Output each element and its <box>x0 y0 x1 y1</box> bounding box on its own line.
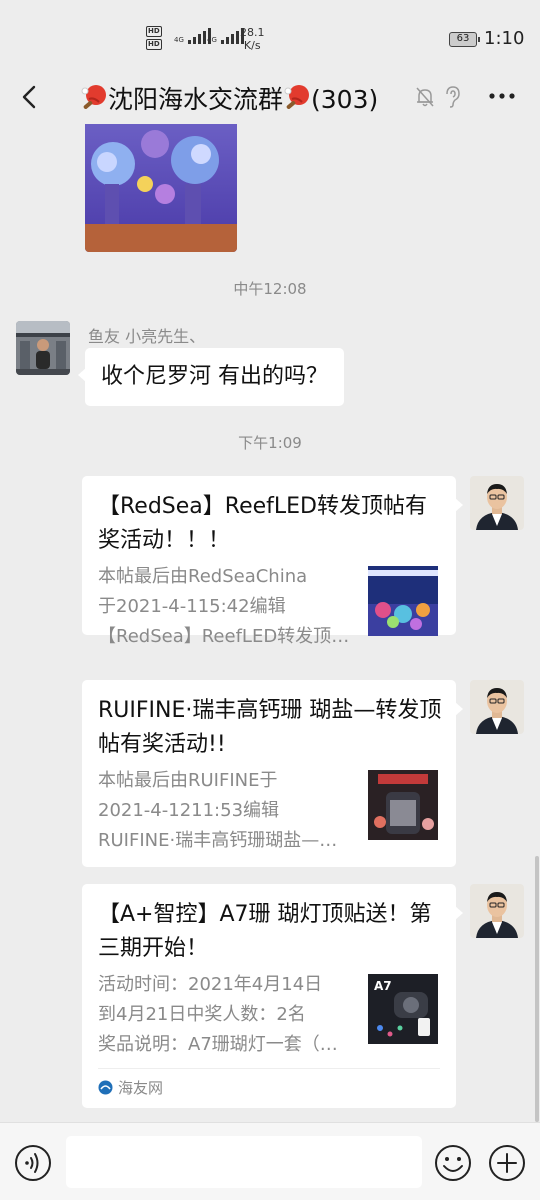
timestamp: 中午12:08 <box>233 280 307 298</box>
ear-icon <box>446 86 460 108</box>
hd-badge-1: HD <box>146 26 162 37</box>
member-count: (303) <box>311 85 379 114</box>
user-avatar-gym <box>16 321 70 375</box>
ping-pong-emoji <box>81 85 106 109</box>
emoji-icon[interactable] <box>434 1144 472 1182</box>
scrollbar[interactable] <box>535 856 539 1122</box>
chat-header: 沈阳海水交流群 (303) <box>0 70 540 124</box>
coral-photo <box>85 124 237 252</box>
sender-name: 鱼友 小亮先生、 <box>88 327 206 346</box>
card-thumbnail <box>368 566 438 636</box>
network-type-1: 4G <box>174 36 184 44</box>
card-desc-line: 【RedSea】ReefLED转发顶帖有奖活动 <box>98 626 354 647</box>
ping-pong-emoji <box>284 85 310 109</box>
signal-icon-2: 4G <box>207 28 245 44</box>
card-description: 本帖最后由RedSeaChina 于2021-4-115:42编辑 【RedSe… <box>98 562 354 652</box>
speed-unit: K/s <box>243 39 261 52</box>
card-title: RUIFINE·瑞丰高钙珊 瑚盐—转发顶帖有奖活动!! <box>98 698 442 757</box>
status-bar: HD HD 4G 4G 28.1 K/s 63 1:10 <box>0 0 540 70</box>
message-input[interactable] <box>66 1136 422 1188</box>
card-description: 本帖最后由RUIFINE于 2021-4-1211:53编辑 RUIFINE·瑞… <box>98 766 354 856</box>
text-message[interactable]: 收个尼罗河 有出的吗？ <box>78 348 344 406</box>
link-card[interactable]: 【A+智控】A7珊 瑚灯顶贴送！第三期开始！ 活动时间：2021年4月14日 到… <box>82 884 463 1108</box>
card-desc-line: 奖品说明：A7珊瑚灯一套（价值 <box>98 1034 354 1055</box>
image-message[interactable] <box>85 124 237 252</box>
avatar[interactable] <box>16 321 70 375</box>
card-desc-line: RUIFINE·瑞丰高钙珊瑚盐—转发顶帖 <box>98 830 354 851</box>
card-desc-line: 本帖最后由RedSeaChina <box>98 566 308 587</box>
link-card[interactable]: 【RedSea】ReefLED转发顶帖有奖活动！！！ 本帖最后由RedSeaCh… <box>82 476 463 647</box>
card-desc-line: 本帖最后由RUIFINE于 <box>98 770 278 791</box>
mute-bell-icon <box>416 87 434 107</box>
plus-icon[interactable] <box>488 1144 526 1182</box>
card-description: 活动时间：2021年4月14日 到4月21日中奖人数：2名 奖品说明：A7珊瑚灯… <box>98 970 354 1060</box>
back-icon[interactable] <box>16 82 46 112</box>
my-avatar[interactable] <box>470 476 524 530</box>
man-in-suit-avatar <box>470 884 524 938</box>
my-avatar[interactable] <box>470 884 524 938</box>
hd-badge-2: HD <box>146 39 162 50</box>
signal-icon-1: 4G <box>174 28 212 44</box>
input-bar <box>0 1122 540 1200</box>
source-logo-icon <box>98 1080 113 1095</box>
battery-level: 63 <box>456 33 470 44</box>
salt-product-thumbnail <box>368 770 438 840</box>
speed-value: 28.1 <box>240 26 265 39</box>
card-thumbnail <box>368 770 438 840</box>
card-title: 【A+智控】A7珊 瑚灯顶贴送！第三期开始！ <box>98 902 432 961</box>
card-thumbnail: A7 <box>368 974 438 1044</box>
more-icon[interactable] <box>487 88 517 104</box>
card-title: 【RedSea】ReefLED转发顶帖有奖活动！！！ <box>98 494 427 553</box>
battery-icon: 63 <box>449 32 480 47</box>
clock: 1:10 <box>484 28 525 49</box>
hd-indicator: HD HD <box>146 26 162 52</box>
message-list[interactable]: 中午12:08 鱼友 小亮先生、 收个尼罗河 有出的吗？ 下午1:09 【Red… <box>0 124 540 1122</box>
source-name: 海友网 <box>118 1079 164 1097</box>
card-desc-line: 到4月21日中奖人数：2名 <box>98 1004 306 1025</box>
group-name: 沈阳海水交流群 <box>108 85 284 114</box>
card-desc-line: 于2021-4-115:42编辑 <box>98 596 286 617</box>
card-source: 海友网 <box>98 1068 440 1108</box>
reef-tank-thumbnail <box>368 566 438 636</box>
man-in-suit-avatar <box>470 476 524 530</box>
my-avatar[interactable] <box>470 680 524 734</box>
a7-light-thumbnail: A7 <box>368 974 438 1044</box>
card-desc-line: 2021-4-1211:53编辑 <box>98 800 280 821</box>
voice-icon[interactable] <box>14 1144 52 1182</box>
thumbnail-label: A7 <box>374 979 392 993</box>
timestamp: 下午1:09 <box>238 434 302 452</box>
card-desc-line: 活动时间：2021年4月14日 <box>98 974 323 995</box>
link-card[interactable]: RUIFINE·瑞丰高钙珊 瑚盐—转发顶帖有奖活动!! 本帖最后由RUIFINE… <box>82 680 463 867</box>
group-title: 沈阳海水交流群 (303) <box>80 80 378 116</box>
network-type-2: 4G <box>207 36 217 44</box>
man-in-suit-avatar <box>470 680 524 734</box>
network-speed: 28.1 K/s <box>240 26 265 52</box>
